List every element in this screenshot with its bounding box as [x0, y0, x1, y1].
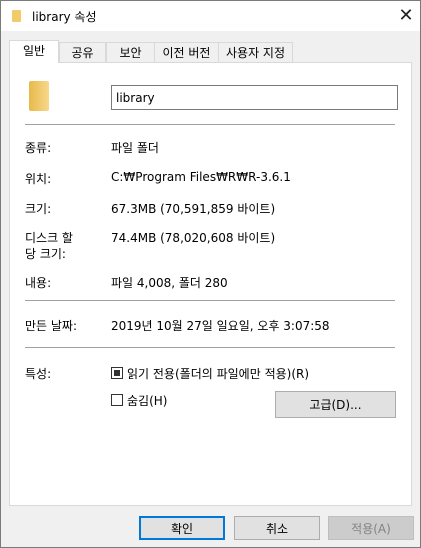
divider — [25, 300, 395, 301]
location-label: 위치: — [25, 172, 52, 186]
divider — [25, 124, 395, 125]
disk-size-label-2: 당 크기: — [25, 247, 66, 261]
hidden-checkbox[interactable] — [111, 394, 123, 406]
cancel-button[interactable]: 취소 — [234, 516, 320, 540]
divider — [25, 347, 395, 348]
title-bar: library 속성 ✕ — [1, 1, 420, 31]
contents-label: 내용: — [25, 276, 52, 290]
window-title: library 속성 — [32, 10, 97, 24]
created-label: 만든 날짜: — [25, 319, 78, 333]
size-label: 크기: — [25, 202, 52, 216]
hidden-label[interactable]: 숨김(H) — [127, 392, 167, 409]
created-value: 2019년 10월 27일 일요일, 오후 3:07:58 — [111, 319, 330, 333]
tab-general[interactable]: 일반 — [9, 40, 59, 63]
attributes-label: 특성: — [25, 367, 52, 381]
size-value: 67.3MB (70,591,859 바이트) — [111, 202, 276, 216]
apply-button[interactable]: 적용(A) — [328, 516, 414, 540]
folder-icon — [29, 81, 49, 111]
tab-sharing[interactable]: 공유 — [59, 42, 106, 63]
type-label: 종류: — [25, 141, 52, 155]
location-value: C:₩Program Files₩R₩R-3.6.1 — [111, 170, 291, 184]
tab-customize[interactable]: 사용자 지정 — [218, 42, 293, 63]
contents-value: 파일 4,008, 폴더 280 — [111, 276, 228, 290]
close-icon[interactable]: ✕ — [393, 3, 419, 29]
type-value: 파일 폴더 — [111, 141, 159, 155]
advanced-button[interactable]: 고급(D)... — [275, 391, 396, 418]
readonly-checkbox[interactable] — [111, 367, 123, 379]
readonly-label[interactable]: 읽기 전용(폴더의 파일에만 적용)(R) — [127, 365, 309, 382]
folder-icon — [12, 10, 21, 22]
tab-previous-versions[interactable]: 이전 버전 — [154, 42, 219, 63]
ok-button[interactable]: 확인 — [139, 516, 225, 540]
tab-security[interactable]: 보안 — [106, 42, 155, 63]
folder-name-input[interactable] — [111, 85, 398, 110]
disk-size-value: 74.4MB (78,020,608 바이트) — [111, 231, 276, 245]
disk-size-label: 디스크 할 — [25, 231, 73, 245]
